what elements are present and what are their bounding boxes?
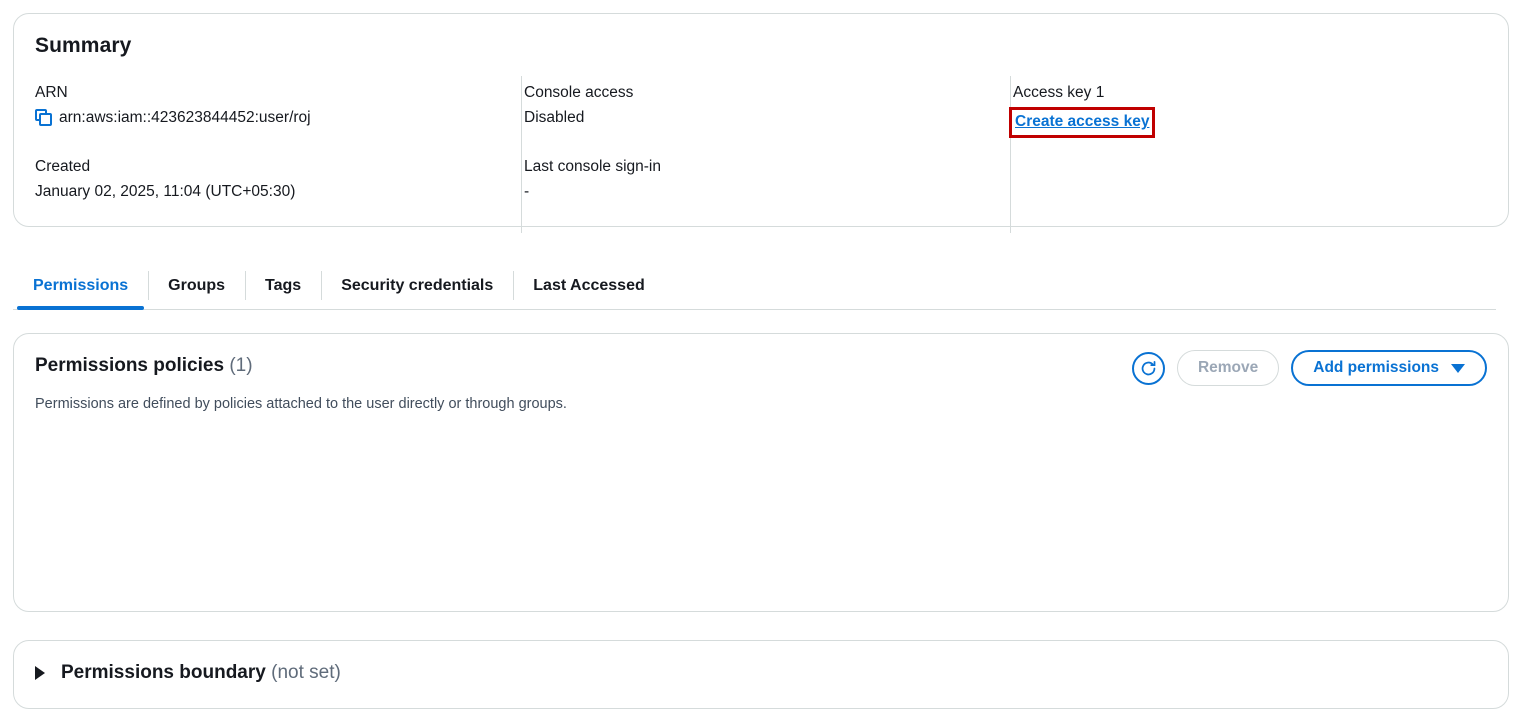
console-access-label: Console access <box>524 84 634 101</box>
tab-groups-label: Groups <box>168 276 226 294</box>
tab-security-credentials-label: Security credentials <box>341 276 494 294</box>
arn-row: arn:aws:iam::423623844452:user/roj <box>35 105 505 130</box>
summary-column-access-key: Access key 1 Create access key <box>1009 80 1483 138</box>
summary-divider-2 <box>1010 76 1011 233</box>
add-permissions-button-label: Add permissions <box>1313 359 1439 376</box>
user-detail-tabs: Permissions Groups Tags Security credent… <box>13 262 1496 310</box>
arn-block: ARN arn:aws:iam::423623844452:user/roj <box>35 80 505 130</box>
create-access-key-link[interactable]: Create access key <box>1015 111 1149 133</box>
summary-card: Summary ARN arn:aws:iam::423623844452:us… <box>13 13 1509 233</box>
permissions-policies-title: Permissions policies (1) <box>35 355 253 377</box>
summary-column-identity: ARN arn:aws:iam::423623844452:user/roj C… <box>35 80 505 204</box>
created-label: Created <box>35 158 91 175</box>
console-access-block: Console access Disabled <box>524 80 994 130</box>
permissions-actions: Remove Add permissions <box>1131 350 1487 386</box>
tab-security-credentials[interactable]: Security credentials <box>321 262 513 309</box>
create-access-key-highlight: Create access key <box>1009 107 1156 138</box>
console-access-value: Disabled <box>524 109 585 126</box>
permissions-policies-title-text: Permissions policies <box>35 355 225 376</box>
permissions-policies-description: Permissions are defined by policies atta… <box>35 396 567 412</box>
tab-permissions[interactable]: Permissions <box>13 262 148 310</box>
permissions-policies-card: Permissions policies (1) Permissions are… <box>13 333 1509 612</box>
iam-user-detail-page: Summary ARN arn:aws:iam::423623844452:us… <box>0 0 1522 709</box>
arn-label: ARN <box>35 84 68 101</box>
summary-column-console: Console access Disabled Last console sig… <box>524 80 994 204</box>
caret-right-icon <box>35 666 45 680</box>
permissions-policies-count: (1) <box>229 355 253 376</box>
remove-button-label: Remove <box>1197 359 1259 376</box>
copy-icon[interactable] <box>35 109 52 126</box>
created-value: January 02, 2025, 11:04 (UTC+05:30) <box>35 183 296 200</box>
last-signin-block: Last console sign-in - <box>524 154 994 204</box>
permissions-boundary-card: Permissions boundary (not set) <box>13 640 1509 709</box>
tab-groups[interactable]: Groups <box>148 262 245 309</box>
chevron-down-icon <box>1451 363 1465 373</box>
permissions-boundary-state: (not set) <box>271 662 341 683</box>
last-console-signin-label: Last console sign-in <box>524 158 661 175</box>
tab-last-accessed[interactable]: Last Accessed <box>513 262 664 309</box>
arn-value: arn:aws:iam::423623844452:user/roj <box>59 109 311 126</box>
permissions-boundary-title: Permissions boundary (not set) <box>61 662 341 684</box>
refresh-icon[interactable] <box>1131 351 1165 385</box>
last-console-signin-value: - <box>524 183 530 200</box>
tab-permissions-label: Permissions <box>33 276 129 294</box>
add-permissions-button[interactable]: Add permissions <box>1291 350 1487 386</box>
remove-button[interactable]: Remove <box>1176 350 1280 386</box>
tab-last-accessed-label: Last Accessed <box>533 276 645 294</box>
created-block: Created January 02, 2025, 11:04 (UTC+05:… <box>35 154 505 204</box>
access-key-label: Access key 1 <box>1013 84 1105 101</box>
tab-tags[interactable]: Tags <box>245 262 321 309</box>
summary-divider-1 <box>521 76 522 233</box>
permissions-boundary-toggle[interactable]: Permissions boundary (not set) <box>35 662 341 684</box>
permissions-boundary-title-text: Permissions boundary <box>61 662 266 683</box>
summary-title: Summary <box>35 34 132 57</box>
tab-tags-label: Tags <box>265 276 302 294</box>
